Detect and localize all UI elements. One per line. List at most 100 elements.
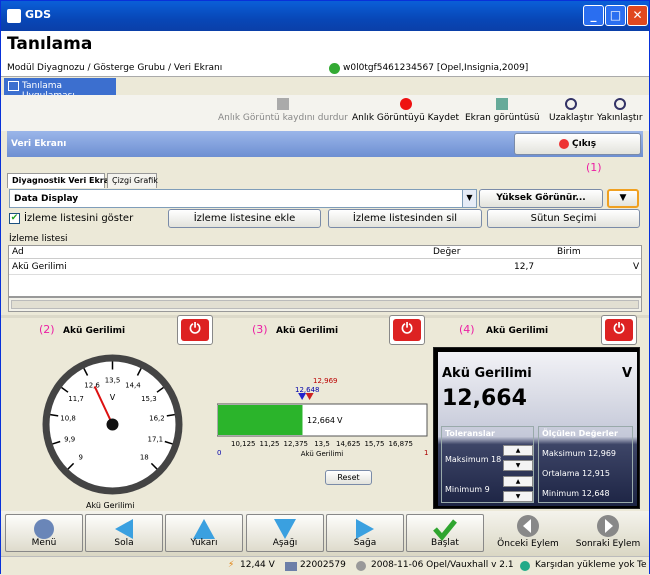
next-action-button[interactable]: Sonraki Eylem: [571, 514, 645, 552]
lightning-icon: ⚡: [228, 560, 235, 570]
tab-line-graph[interactable]: Çizgi Grafik: [107, 173, 158, 188]
reset-button[interactable]: Reset: [325, 470, 372, 485]
show-watchlist-toggle[interactable]: ✔ İzleme listesini göster: [9, 212, 169, 227]
measured-min: Minimum 12,648: [542, 489, 610, 498]
down-button[interactable]: Aşağı: [246, 514, 324, 552]
scroll-thumb[interactable]: [11, 300, 639, 309]
display-select-value: Data Display: [14, 194, 79, 204]
bar-tick-label: 14,625: [336, 440, 361, 448]
tab-diagnostic-data[interactable]: Diyagnostik Veri Ekranı: [7, 173, 118, 188]
power-icon: ⏻: [605, 319, 633, 341]
download-status: Karşıdan yükleme yok: [535, 560, 635, 570]
column-select-button[interactable]: Sütun Seçimi: [487, 209, 640, 228]
visibility-button[interactable]: Yüksek Görünür...: [479, 189, 603, 208]
bar-left-index: 0: [217, 449, 221, 457]
toolbar: Anlık Görüntü kaydını durdur Anlık Görün…: [1, 95, 649, 131]
screenshot-button[interactable]: Ekran görüntüsü: [465, 98, 540, 123]
up-button[interactable]: Yukarı: [165, 514, 243, 552]
col-unit: Birim: [557, 247, 581, 257]
app-icon: [7, 9, 21, 23]
previous-action-label: Önceki Eylem: [497, 539, 559, 549]
remove-from-watchlist-button[interactable]: İzleme listesinden sil: [328, 209, 482, 228]
table-row[interactable]: Akü Gerilimi 12,7 V: [9, 260, 641, 275]
dial-unit: V: [110, 393, 116, 402]
checkbox-checked-icon: ✔: [9, 213, 20, 224]
screenshot-icon: [496, 98, 509, 110]
dial-tick-label: 18: [140, 453, 149, 461]
gauge-title: Akü Gerilimi: [486, 326, 549, 336]
bar-max-label: 12,969: [313, 377, 338, 385]
close-button[interactable]: ✕: [627, 5, 648, 26]
pause-label: Anlık Görüntü kaydını durdur: [218, 113, 348, 123]
window-title: GDS: [25, 8, 52, 21]
menu-label: Menü: [31, 538, 57, 548]
download-icon: [520, 561, 530, 571]
truncated-status: Te: [637, 560, 647, 570]
breadcrumb: Modül Diyagnozu / Gösterge Grubu / Veri …: [7, 63, 223, 73]
pause-snapshot-button[interactable]: Anlık Görüntü kaydını durdur: [218, 98, 348, 123]
chevron-down-icon: ▼: [462, 190, 476, 207]
digital-value: 12,664: [442, 386, 527, 411]
bar-right-index: 1: [424, 449, 428, 457]
visibility-label: Yüksek Görünür...: [496, 193, 586, 203]
gauge-power-button[interactable]: ⏻: [177, 315, 213, 345]
measured-max: Maksimum 12,969: [542, 449, 617, 458]
horizontal-scrollbar[interactable]: [8, 297, 642, 312]
dial-caption: Akü Gerilimi: [86, 501, 135, 510]
vehicle-id: w0l0tgf5461234567 [Opel,Insignia,2009]: [343, 63, 529, 73]
zoom-in-button[interactable]: Yakınlaştır: [597, 98, 643, 123]
minimize-button[interactable]: _: [583, 5, 604, 26]
digital-display-face: Akü Gerilimi V 12,664 Toleranslar Maksim…: [438, 352, 637, 506]
left-label: Sola: [114, 538, 134, 548]
dial-tick-label: 17,1: [148, 435, 164, 443]
next-action-label: Sonraki Eylem: [575, 539, 641, 549]
bar-value: 12,664: [307, 416, 335, 425]
previous-action-button[interactable]: Önceki Eylem: [493, 514, 563, 552]
tol-max-down-button[interactable]: ▼: [503, 460, 533, 471]
dial-tick-label: 14,4: [125, 381, 141, 389]
screenshot-label: Ekran görüntüsü: [465, 113, 540, 123]
zoom-out-label: Uzaklaştır: [549, 113, 594, 123]
callout-2: (2): [39, 323, 55, 336]
save-snapshot-button[interactable]: Anlık Görüntüyü Kaydet: [352, 98, 459, 123]
tol-max-up-button[interactable]: ▲: [503, 445, 533, 456]
bar-tick-label: 16,875: [389, 440, 414, 448]
expand-dropdown-button[interactable]: ▼: [607, 189, 639, 208]
gauge-power-button[interactable]: ⏻: [389, 315, 425, 345]
status-bar: ⚡ 12,44 V 22002579 2008-11-06 Opel/Vauxh…: [1, 556, 649, 575]
page-header: Tanılama: [1, 31, 649, 61]
gauge-power-button[interactable]: ⏻: [601, 315, 637, 345]
display-select[interactable]: Data Display ▼: [9, 189, 477, 208]
callout-3: (3): [252, 323, 268, 336]
start-button[interactable]: Başlat: [406, 514, 484, 552]
panel-title: Veri Ekranı: [11, 139, 67, 149]
voltage-status: 12,44 V: [240, 560, 275, 570]
callout-4: (4): [459, 323, 475, 336]
right-button[interactable]: Sağa: [326, 514, 404, 552]
bar-gauge: 12,969 12,648 12,664 V 10,125 11,25 12,375…: [217, 377, 428, 458]
dial-hub: [106, 418, 119, 431]
circle-right-icon: [597, 515, 619, 537]
maximize-button[interactable]: □: [605, 5, 626, 26]
tol-min-up-button[interactable]: ▲: [503, 476, 533, 487]
title-bar: GDS _ □ ✕: [1, 1, 649, 31]
bar-min-label: 12,648: [295, 386, 320, 394]
tol-min-down-button[interactable]: ▼: [503, 491, 533, 502]
show-watchlist-label: İzleme listesini göster: [24, 213, 134, 224]
left-button[interactable]: Sola: [85, 514, 163, 552]
exit-button[interactable]: Çıkış: [514, 133, 641, 155]
row-unit: V: [633, 262, 640, 272]
power-icon: ⏻: [393, 319, 421, 341]
zoom-out-button[interactable]: Uzaklaştır: [549, 98, 593, 123]
page-title: Tanılama: [7, 34, 93, 54]
down-label: Aşağı: [272, 538, 298, 548]
tab-diagnostics-app[interactable]: Tanılama Uygulaması: [4, 78, 116, 101]
row-value: 12,7: [514, 262, 535, 272]
add-to-watchlist-button[interactable]: İzleme listesine ekle: [168, 209, 321, 228]
menu-button[interactable]: Menü: [5, 514, 83, 552]
splitter[interactable]: [1, 315, 649, 318]
gauge-title: Akü Gerilimi: [276, 326, 339, 336]
gauge-title: Akü Gerilimi: [63, 326, 126, 336]
software-version: 2008-11-06 Opel/Vauxhall v 2.1: [371, 560, 514, 570]
digital-unit: V: [622, 366, 633, 381]
